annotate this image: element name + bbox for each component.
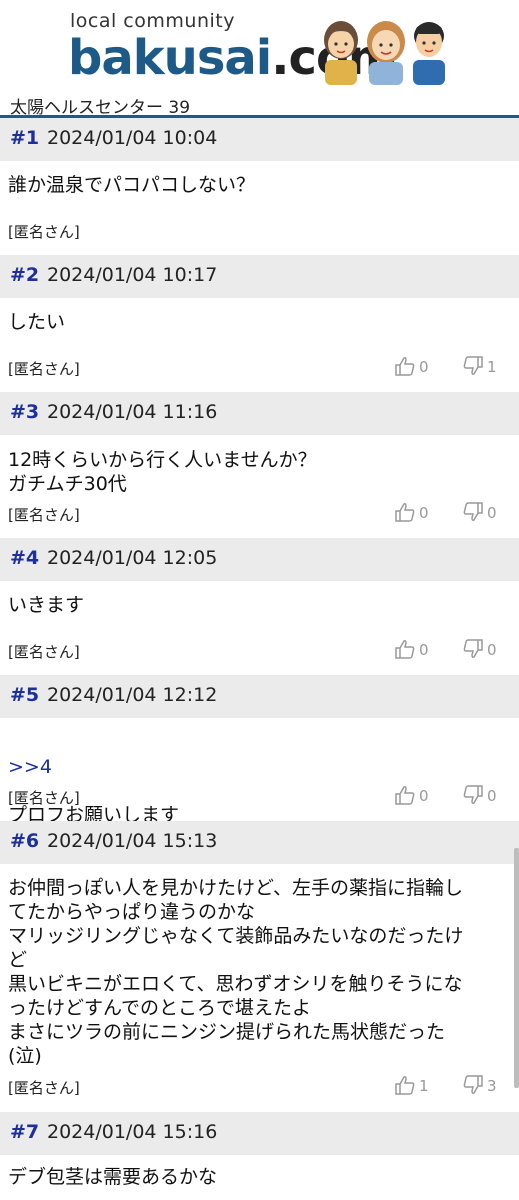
thread-title: 太陽ヘルスセンター 39 [10,98,191,118]
post-number[interactable]: #3 [10,401,39,423]
post-number[interactable]: #5 [10,684,39,706]
post-date: 2024/01/04 15:16 [47,1121,218,1143]
post-number[interactable]: #7 [10,1121,39,1143]
thumbs-down-icon [463,356,483,375]
post-header: #5 2024/01/04 12:12 [0,675,519,718]
thumbs-down-icon [463,639,483,658]
thumbs-up-icon [395,640,415,659]
like-button[interactable]: 0 [394,501,449,525]
mascot-characters-icon [324,21,445,85]
logo-text: bakusai [68,30,272,86]
dislike-count: 0 [487,504,497,522]
like-count: 0 [419,641,429,659]
post-header: #1 2024/01/04 10:04 [0,118,519,161]
post-header: #2 2024/01/04 10:17 [0,255,519,298]
post-author: [匿名さん] [8,789,80,807]
thumbs-down-icon [463,1075,483,1094]
post: #1 2024/01/04 10:04 誰か温泉でパコパコしない？ [匿名さん] [0,118,519,255]
post-body: デブ包茎は需要あるかな [8,1166,218,1188]
post-header: #3 2024/01/04 11:16 [0,392,519,435]
thread-title-bar: 太陽ヘルスセンター 39 [0,88,519,118]
post-number[interactable]: #2 [10,264,39,286]
vote-area: 0 0 [394,784,509,808]
dislike-button[interactable]: 1 [462,355,517,379]
post-author: [匿名さん] [8,506,80,524]
post: #2 2024/01/04 10:17 したい [匿名さん] 0 1 [0,255,519,392]
post: #4 2024/01/04 12:05 いきます [匿名さん] 0 0 [0,538,519,675]
post-body: お仲間っぽい人を見かけたけど、左手の薬指に指輪し てたからやっぱり違うのかな マ… [8,877,464,1067]
post-date: 2024/01/04 10:04 [47,127,218,149]
dislike-button[interactable]: 0 [462,638,517,662]
vote-area: 0 0 [394,638,509,662]
post-body: 12時くらいから行く人いませんか？ ガチムチ30代 [8,449,317,495]
vote-area: 1 3 [394,1074,509,1098]
post-author: [匿名さん] [8,223,80,241]
dislike-count: 3 [487,1077,497,1095]
thumbs-up-icon [395,786,415,805]
thumbs-up-icon [395,1076,415,1095]
post-author: [匿名さん] [8,360,80,378]
like-button[interactable]: 0 [394,355,449,379]
post-number[interactable]: #6 [10,830,39,852]
dislike-count: 0 [487,787,497,805]
thumbs-up-icon [395,503,415,522]
like-count: 0 [419,504,429,522]
post: #6 2024/01/04 15:13 お仲間っぽい人を見かけたけど、左手の薬指… [0,821,519,1112]
vote-area: 0 0 [394,501,509,525]
like-count: 0 [419,787,429,805]
dislike-button[interactable]: 0 [462,784,517,808]
like-button[interactable]: 0 [394,638,449,662]
dislike-button[interactable]: 0 [462,501,517,525]
like-count: 1 [419,1077,429,1095]
reply-anchor-link[interactable]: >>4 [8,755,513,779]
post-header: #4 2024/01/04 12:05 [0,538,519,581]
post-date: 2024/01/04 15:13 [47,830,218,852]
post-header: #7 2024/01/04 15:16 [0,1112,519,1155]
post-header: #6 2024/01/04 15:13 [0,821,519,864]
thumbs-down-icon [463,785,483,804]
post-body: 誰か温泉でパコパコしない？ [8,174,256,196]
thumbs-up-icon [395,357,415,376]
post: #3 2024/01/04 11:16 12時くらいから行く人いませんか？ ガチ… [0,392,519,538]
post-date: 2024/01/04 10:17 [47,264,218,286]
post-number[interactable]: #1 [10,127,39,149]
post-date: 2024/01/04 12:05 [47,547,218,569]
like-button[interactable]: 1 [394,1074,449,1098]
thumbs-down-icon [463,502,483,521]
dislike-count: 0 [487,641,497,659]
dislike-count: 1 [487,358,497,376]
post-number[interactable]: #4 [10,547,39,569]
like-button[interactable]: 0 [394,784,449,808]
post: #5 2024/01/04 12:12 >>4 プロフお願いします [匿名さん]… [0,675,519,826]
like-count: 0 [419,358,429,376]
scrollbar[interactable] [514,848,519,1088]
dislike-button[interactable]: 3 [462,1074,517,1098]
post-date: 2024/01/04 12:12 [47,684,218,706]
post-body: いきます [8,594,85,616]
post-body: したい [8,311,66,333]
post-author: [匿名さん] [8,643,80,661]
post-date: 2024/01/04 11:16 [47,401,218,423]
site-header: local community bakusai.com [0,0,519,88]
vote-area: 0 1 [394,355,509,379]
post: #7 2024/01/04 15:16 デブ包茎は需要あるかな [0,1112,519,1200]
post-body: >>4 プロフお願いします [8,731,513,827]
logo-subtitle: local community [70,10,235,32]
post-author: [匿名さん] [8,1079,80,1097]
